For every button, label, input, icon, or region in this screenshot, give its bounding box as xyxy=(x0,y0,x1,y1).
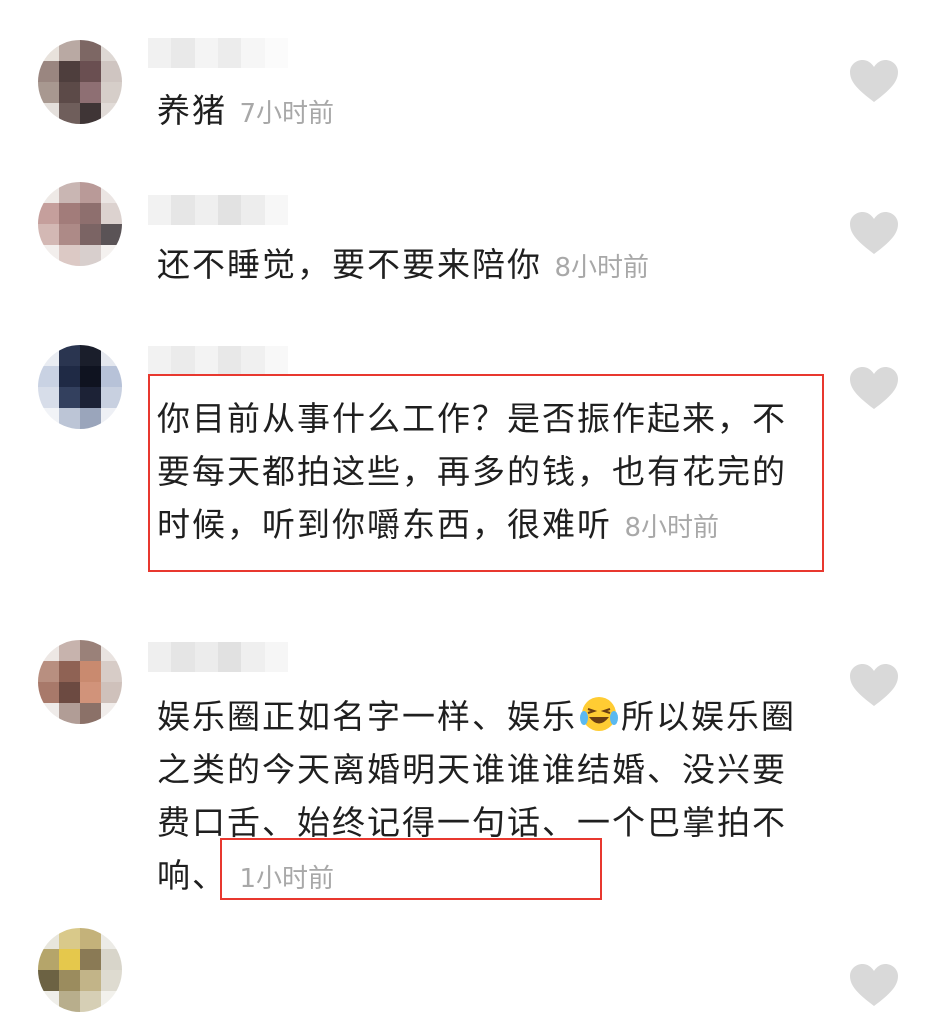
comment-text: 还不睡觉，要不要来陪你 8小时前 xyxy=(157,245,650,284)
heart-icon xyxy=(850,964,898,1006)
like-button[interactable] xyxy=(848,365,900,411)
comment-time: 8小时前 xyxy=(554,253,650,283)
username-blurred[interactable] xyxy=(148,346,288,376)
heart-icon xyxy=(850,664,898,706)
avatar[interactable] xyxy=(38,640,122,724)
like-button[interactable] xyxy=(848,58,900,104)
like-button[interactable] xyxy=(848,210,900,256)
heart-icon xyxy=(850,367,898,409)
username-blurred[interactable] xyxy=(148,642,288,672)
avatar[interactable] xyxy=(38,40,122,124)
highlight-box xyxy=(220,838,602,900)
heart-icon xyxy=(850,60,898,102)
comment-text: 养猪 7小时前 xyxy=(157,91,335,130)
like-button[interactable] xyxy=(848,962,900,1008)
comment-time: 7小时前 xyxy=(239,99,335,129)
username-blurred[interactable] xyxy=(148,38,288,68)
laughing-tears-emoji xyxy=(580,697,618,731)
avatar[interactable] xyxy=(38,928,122,1012)
highlight-box xyxy=(148,374,824,572)
avatar[interactable] xyxy=(38,182,122,266)
like-button[interactable] xyxy=(848,662,900,708)
username-blurred[interactable] xyxy=(148,195,288,225)
avatar[interactable] xyxy=(38,345,122,429)
heart-icon xyxy=(850,212,898,254)
